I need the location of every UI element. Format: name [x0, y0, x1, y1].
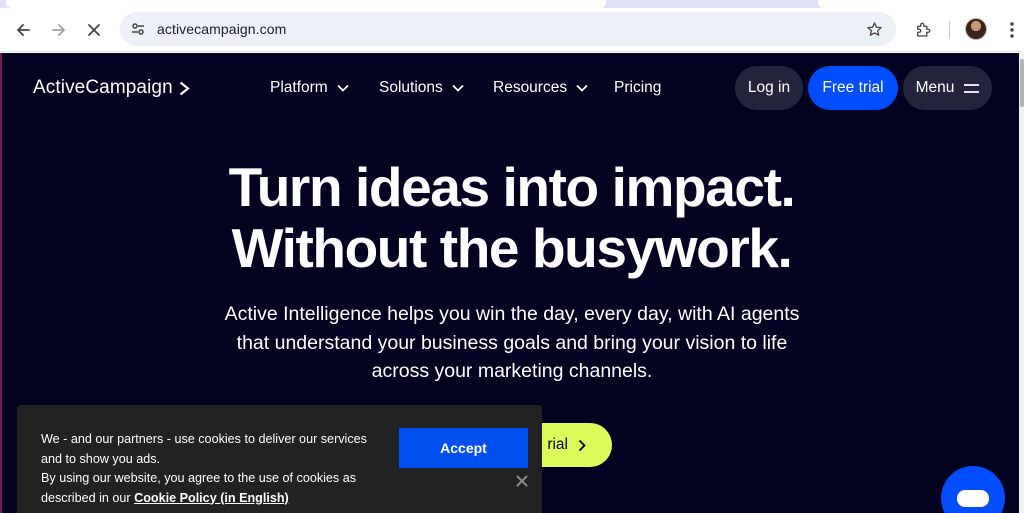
hamburger-icon: [964, 83, 980, 93]
toolbar-divider: [949, 21, 950, 39]
logo-text: ActiveCampaign: [33, 77, 173, 98]
accept-label: Accept: [440, 440, 487, 456]
arrow-right-icon: [52, 24, 65, 36]
headline-line-2: Without the busywork.: [231, 217, 793, 279]
chat-launcher-button[interactable]: [941, 466, 1005, 513]
nav-platform-label: Platform: [270, 79, 328, 96]
url-text[interactable]: activecampaign.com: [157, 21, 286, 37]
nav-platform[interactable]: Platform: [270, 79, 349, 97]
subtitle-line-3: across your marketing channels.: [371, 360, 653, 382]
nav-resources[interactable]: Resources: [493, 79, 588, 97]
free-trial-label: Free trial: [822, 79, 884, 96]
chevron-down-icon: [337, 84, 349, 92]
bookmark-button[interactable]: [864, 19, 884, 39]
cookie-banner: We - and our partners - use cookies to d…: [17, 405, 542, 513]
puzzle-icon: [917, 22, 931, 37]
profile-avatar[interactable]: [965, 18, 987, 40]
chevron-down-icon: [576, 84, 588, 92]
star-icon: [866, 21, 882, 36]
cta-label: rial: [547, 436, 568, 453]
nav-solutions-label: Solutions: [379, 79, 443, 96]
back-button[interactable]: [9, 16, 37, 44]
forward-button[interactable]: [45, 16, 73, 44]
address-bar[interactable]: activecampaign.com: [120, 12, 896, 46]
login-label: Log in: [747, 79, 791, 96]
scrollbar-thumb[interactable]: [1020, 59, 1024, 107]
cookie-line-4: described in our Cookie Policy (in Engli…: [41, 489, 386, 509]
close-x-icon: [88, 24, 100, 36]
browser-toolbar: activecampaign.com: [0, 8, 1024, 52]
cookie-message: We - and our partners - use cookies to d…: [41, 430, 386, 508]
chevron-right-logo-icon: [179, 81, 190, 95]
cookie-line-3: By using our website, you agree to the u…: [41, 471, 357, 485]
chat-icon: [957, 490, 989, 507]
extensions-button[interactable]: [909, 16, 937, 44]
headline-line-1: Turn ideas into impact.: [228, 156, 796, 218]
page-viewport: ActiveCampaign Platform Solutions Resour…: [0, 53, 1024, 513]
nav-pricing-label: Pricing: [614, 79, 662, 96]
hero-headline: Turn ideas into impact. Without the busy…: [2, 157, 1021, 279]
menu-label: Menu: [915, 79, 955, 96]
tab-strip: [0, 0, 1024, 8]
browser-menu-button[interactable]: [1000, 16, 1024, 44]
cookie-line-1: We - and our partners - use cookies to d…: [41, 432, 367, 446]
nav-pricing[interactable]: Pricing: [614, 79, 661, 97]
site-logo[interactable]: ActiveCampaign: [33, 77, 190, 99]
tune-icon: [132, 23, 144, 35]
close-icon: [516, 475, 528, 487]
inactive-tab[interactable]: [818, 0, 1024, 8]
site-info-button[interactable]: [128, 19, 148, 39]
menu-button[interactable]: Menu: [903, 66, 992, 110]
subtitle-line-2: that understand your business goals and …: [236, 331, 788, 354]
free-trial-button[interactable]: Free trial: [808, 66, 898, 110]
nav-solutions[interactable]: Solutions: [379, 79, 464, 97]
subtitle-line-1: Active Intelligence helps you win the da…: [224, 303, 800, 325]
hero-subtitle: Active Intelligence helps you win the da…: [182, 300, 842, 386]
cookie-policy-link[interactable]: Cookie Policy (in English): [134, 491, 289, 505]
arrow-left-icon: [17, 24, 30, 36]
login-button[interactable]: Log in: [735, 66, 803, 110]
chevron-right-icon: [578, 439, 586, 451]
nav-resources-label: Resources: [493, 79, 568, 96]
scrollbar-track[interactable]: [1019, 53, 1024, 513]
accept-cookies-button[interactable]: Accept: [399, 428, 528, 468]
cookie-line-4-prefix: described in our: [41, 490, 135, 505]
stop-loading-button[interactable]: [80, 16, 108, 44]
cookie-line-2: and to show you ads.: [41, 451, 161, 466]
chevron-down-icon: [452, 84, 464, 92]
cookie-close-button[interactable]: [514, 473, 530, 489]
active-tab[interactable]: [6, 0, 606, 8]
kebab-icon: [1010, 22, 1014, 38]
